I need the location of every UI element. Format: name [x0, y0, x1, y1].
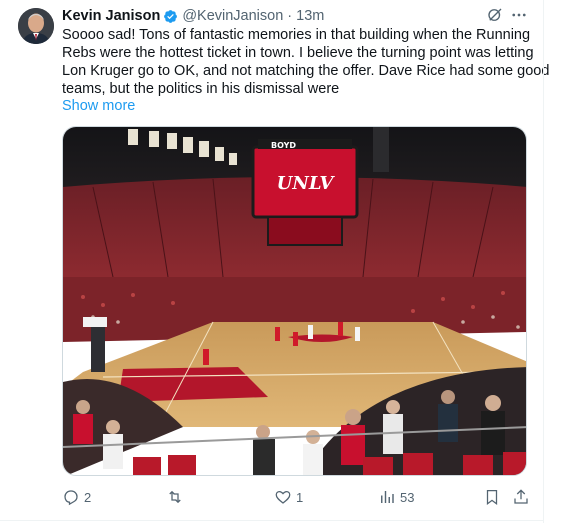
tweet-header: Kevin Janison @KevinJanison · 13m — [62, 6, 531, 26]
view-count: 53 — [400, 489, 415, 505]
reply-button[interactable]: 2 — [62, 487, 91, 507]
arena-photo: UNLV BOYD — [63, 127, 526, 475]
reply-icon — [64, 490, 78, 506]
tweet-text: Soooo sad! Tons of fantastic memories in… — [62, 26, 550, 98]
repost-icon — [169, 490, 181, 504]
author-name[interactable]: Kevin Janison — [62, 8, 160, 24]
verified-badge-icon[interactable] — [163, 9, 178, 24]
more-options-icon[interactable] — [510, 6, 528, 24]
like-button[interactable]: 1 — [274, 487, 303, 507]
show-more-link[interactable]: Show more — [62, 98, 135, 114]
share-icon — [514, 489, 528, 504]
views-button[interactable]: 53 — [378, 487, 414, 507]
tweet-card[interactable]: Kevin Janison @KevinJanison · 13m Soooo … — [0, 0, 561, 523]
grok-icon[interactable] — [486, 6, 504, 24]
avatar[interactable] — [18, 8, 54, 44]
tweet-media-image[interactable]: UNLV BOYD — [62, 126, 527, 476]
tweet-actions: 2 1 53 — [62, 487, 532, 507]
divider — [0, 520, 543, 521]
like-count: 1 — [296, 489, 304, 505]
scoreboard-logo: UNLV — [277, 173, 336, 194]
author-handle[interactable]: @KevinJanison — [182, 8, 283, 24]
tweet-text-line: Soooo sad! Tons of fantastic memories in… — [62, 27, 531, 43]
repost-button[interactable] — [166, 487, 188, 507]
views-chart-icon — [381, 491, 394, 503]
divider — [543, 0, 544, 523]
tweet-text-line: Rebs were the hottest ticket in town. I … — [62, 45, 534, 61]
avatar-photo — [18, 8, 54, 44]
tweet-text-line: Lon Kruger go to OK, and not matching th… — [62, 63, 550, 79]
bookmark-button[interactable] — [483, 487, 501, 507]
bookmark-icon — [486, 489, 498, 506]
heart-icon — [275, 490, 291, 504]
tweet-text-line: teams, but the politics in his dismissal… — [62, 81, 340, 97]
timestamp[interactable]: 13m — [296, 8, 324, 24]
share-button[interactable] — [512, 487, 530, 507]
reply-count: 2 — [84, 489, 92, 505]
scoreboard-banner: BOYD — [271, 141, 296, 150]
separator-dot: · — [287, 8, 293, 24]
